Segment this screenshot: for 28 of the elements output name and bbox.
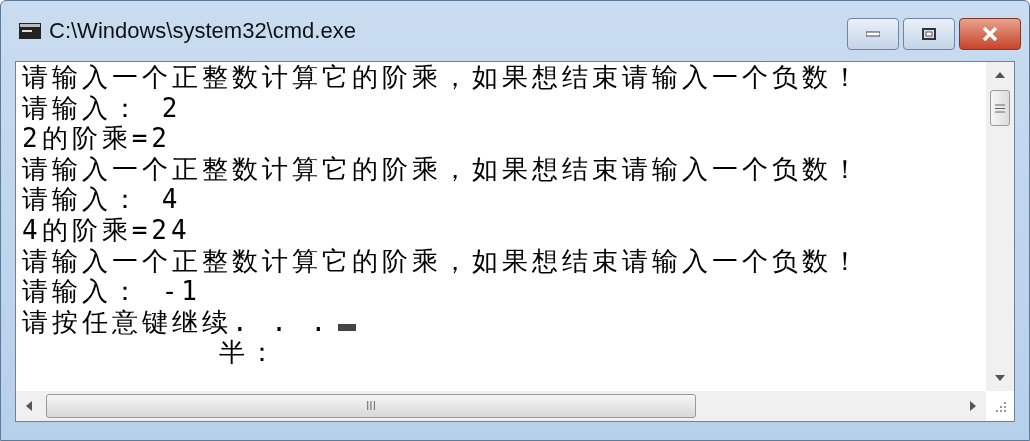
horizontal-scrollbar[interactable]: III (16, 391, 986, 421)
console-line: 2的阶乘=2 (22, 123, 171, 154)
scroll-right-icon[interactable] (970, 401, 976, 411)
minimize-icon (866, 31, 880, 37)
maximize-icon (922, 28, 936, 40)
console-line: 请输入一个正整数计算它的阶乘，如果想结束请输入一个负数！ (22, 62, 862, 93)
console-line: 4的阶乘=24 (22, 214, 191, 246)
console-line: 请输入： 4 (22, 184, 182, 215)
console-line: 请输入： -1 (22, 276, 201, 307)
scroll-down-icon[interactable] (995, 375, 1005, 381)
resize-grip-icon[interactable] (994, 400, 1006, 412)
grip-icon (994, 103, 1006, 113)
console-line: 请输入一个正整数计算它的阶乘，如果想结束请输入一个负数！ (22, 245, 862, 277)
scroll-left-icon[interactable] (26, 401, 32, 411)
console-icon (19, 23, 41, 39)
vertical-scrollbar[interactable] (986, 62, 1014, 391)
close-icon (982, 27, 998, 41)
maximize-button[interactable] (903, 18, 955, 50)
console-line: 请输入一个正整数计算它的阶乘，如果想结束请输入一个负数！ (22, 153, 862, 185)
console-line: 请输入： 2 (22, 92, 182, 124)
grip-mark: III (366, 400, 376, 412)
scroll-thumb[interactable] (990, 90, 1010, 126)
console-line: 请按任意键继续. . . (22, 306, 331, 338)
scroll-thumb[interactable]: III (46, 394, 696, 418)
window-title: C:\Windows\system32\cmd.exe (49, 18, 357, 44)
scroll-up-icon[interactable] (995, 72, 1005, 78)
console-line: 半： (217, 337, 279, 368)
close-button[interactable] (959, 18, 1021, 50)
